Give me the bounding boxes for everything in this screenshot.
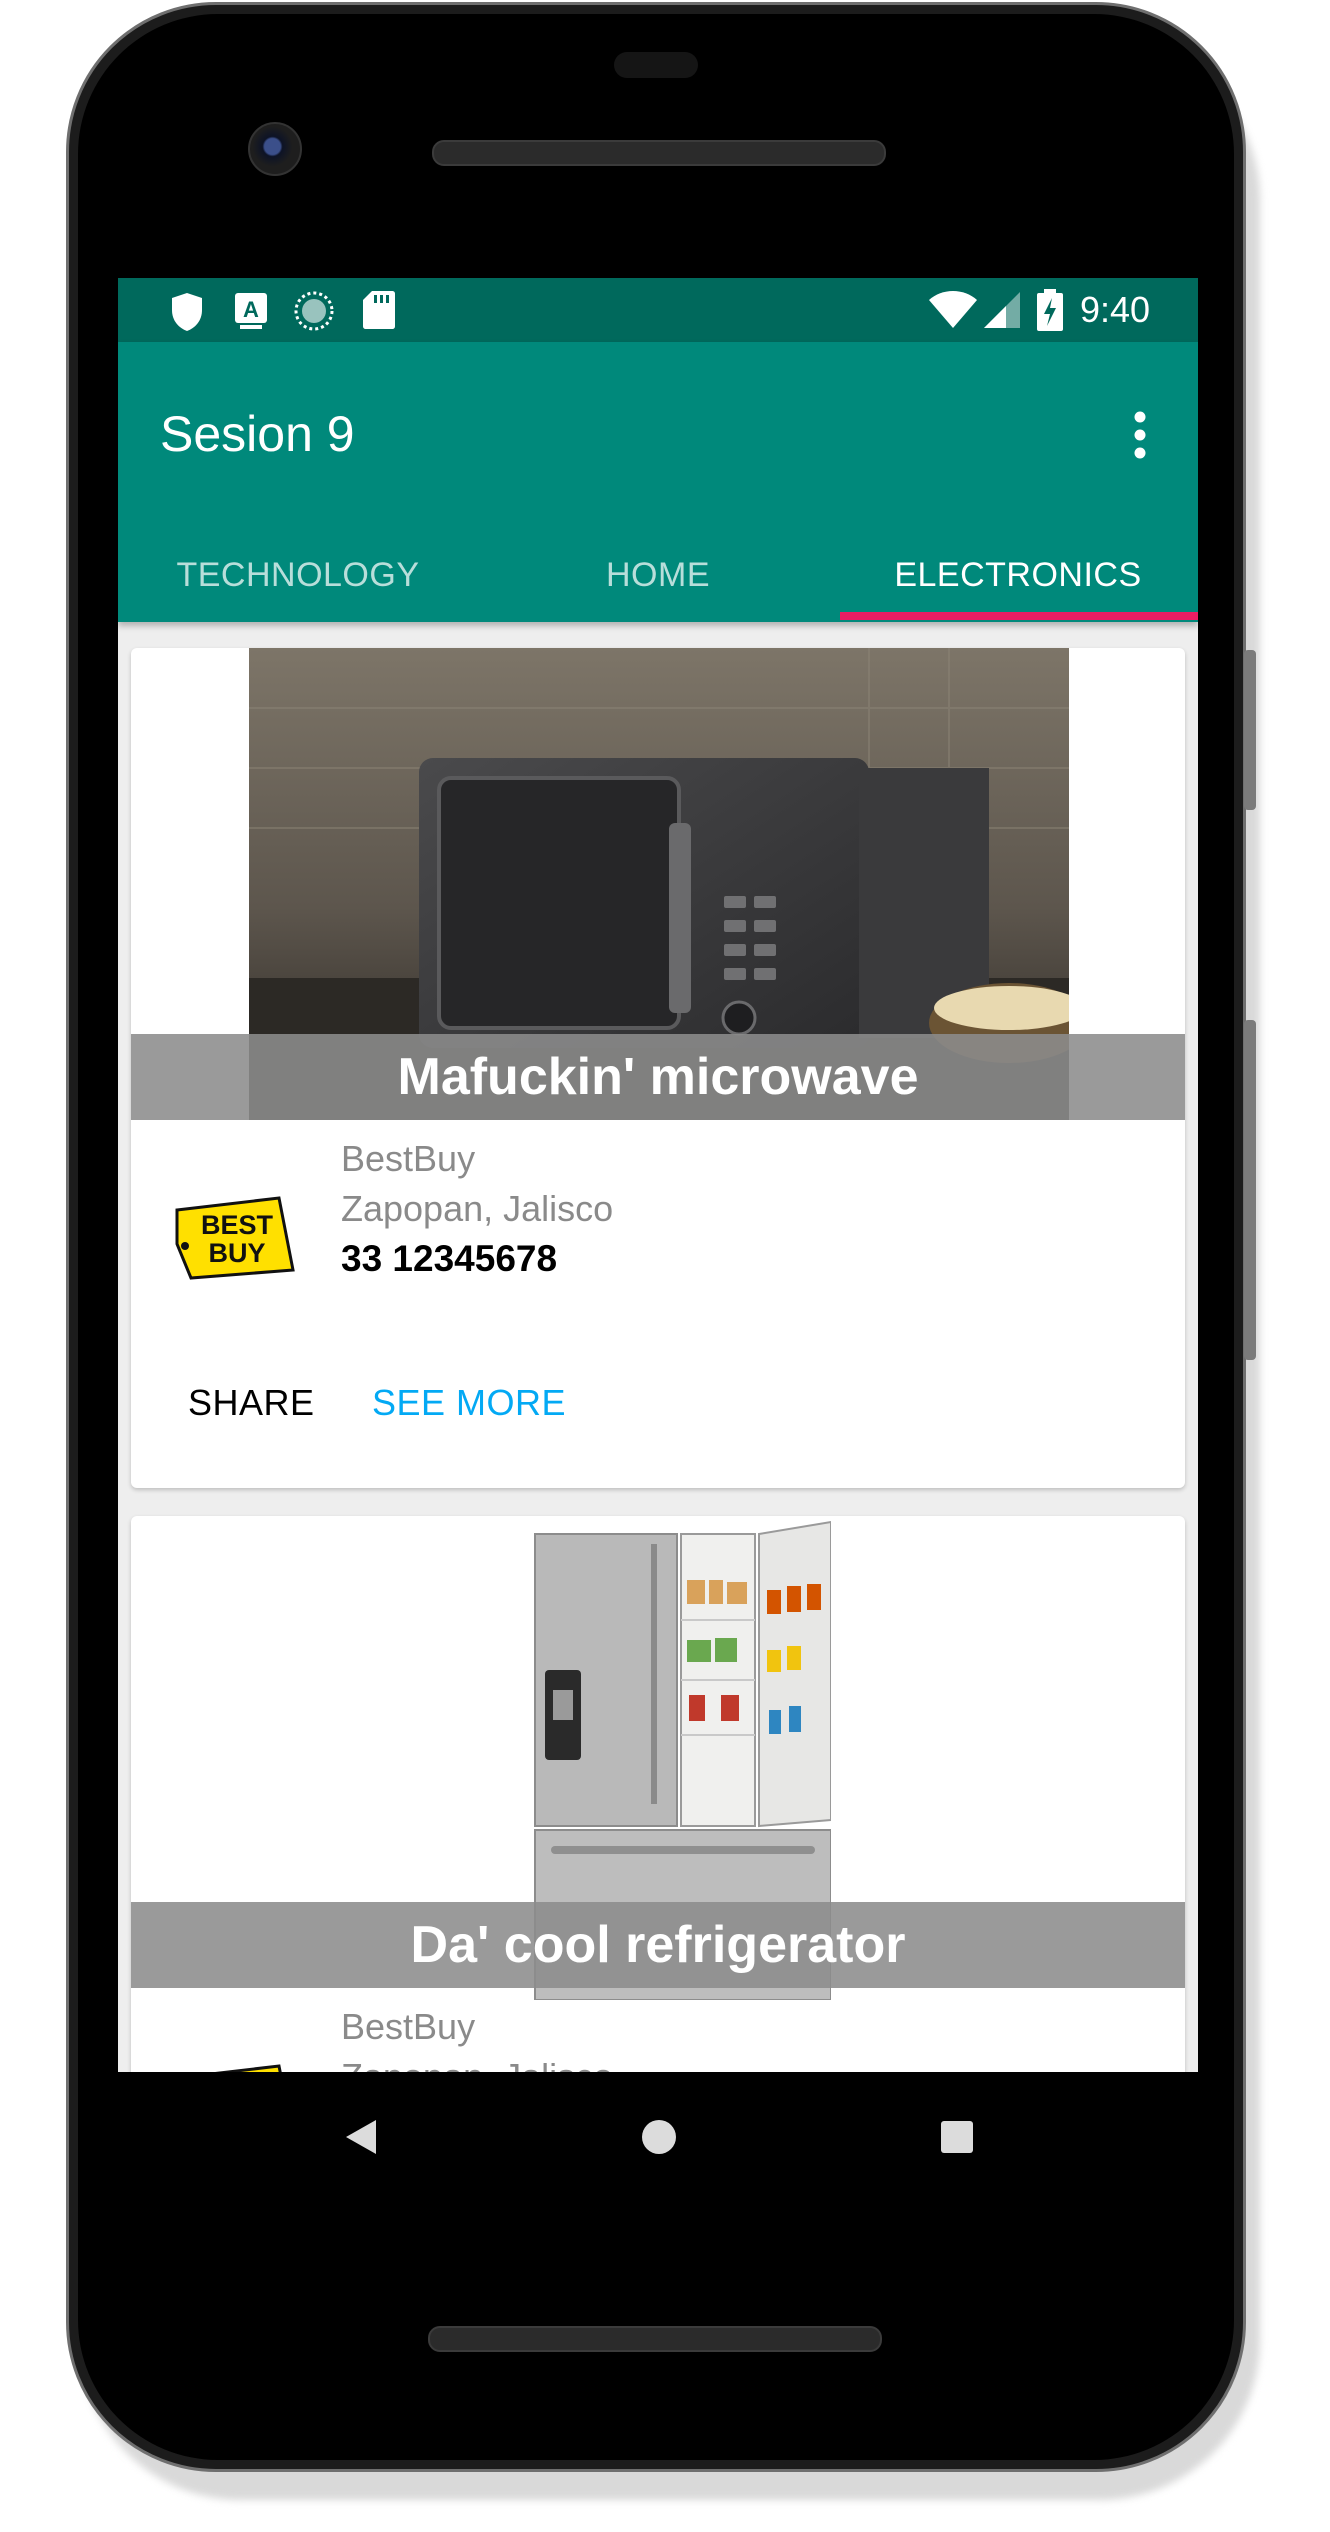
more-vert-icon[interactable] xyxy=(1130,410,1150,460)
card-title: Da' cool refrigerator xyxy=(131,1902,1185,1988)
store-phone: 33 12345678 xyxy=(341,1238,558,1279)
store-name: BestBuy xyxy=(341,2006,476,2047)
product-card[interactable]: Da' cool refrigerator BestBuy Zapopan, J… xyxy=(131,1516,1185,2072)
sd-card-icon xyxy=(363,291,395,329)
earpiece-speaker xyxy=(432,140,886,166)
volume-button xyxy=(1244,1020,1256,1360)
status-bar: A 9:40 xyxy=(118,278,1198,342)
store-location: Zapopan, Jalisco xyxy=(341,2056,613,2072)
status-time: 9:40 xyxy=(1080,289,1151,330)
signal-icon xyxy=(984,292,1020,328)
tab-home[interactable]: HOME xyxy=(478,528,838,622)
tab-electronics[interactable]: ELECTRONICS xyxy=(838,528,1198,622)
battery-charging-icon xyxy=(1037,289,1063,331)
shield-icon xyxy=(172,293,202,331)
bestbuy-logo: BEST BUY xyxy=(175,1196,295,1280)
svg-text:A: A xyxy=(243,297,259,322)
front-camera xyxy=(248,122,302,176)
store-location: Zapopan, Jalisco xyxy=(341,1188,614,1229)
proximity-sensor xyxy=(614,52,698,78)
wifi-icon xyxy=(929,291,977,328)
svg-text:BUY: BUY xyxy=(208,1238,265,1268)
svg-text:BEST: BEST xyxy=(201,1210,274,1240)
sync-dots-icon xyxy=(294,291,334,331)
tab-technology[interactable]: TECHNOLOGY xyxy=(118,528,478,622)
power-button xyxy=(1244,650,1256,810)
product-card[interactable]: Mafuckin' microwave BEST BUY BestBuy Zap… xyxy=(131,648,1185,1488)
tab-indicator xyxy=(840,612,1198,620)
recents-square-icon[interactable] xyxy=(940,2120,974,2154)
store-name: BestBuy xyxy=(341,1138,476,1179)
bottom-speaker xyxy=(428,2326,882,2352)
see-more-button[interactable]: SEE MORE xyxy=(372,1382,566,1424)
device-screen: A 9:40 Sesion 9 TECHNOLOGY HOME ELECTRON… xyxy=(118,278,1198,2072)
bestbuy-logo xyxy=(215,2064,282,2072)
share-button[interactable]: SHARE xyxy=(188,1382,315,1424)
a-letter-icon: A xyxy=(235,293,267,329)
back-triangle-icon[interactable] xyxy=(344,2118,378,2156)
app-title: Sesion 9 xyxy=(160,406,355,462)
card-title: Mafuckin' microwave xyxy=(131,1034,1185,1120)
home-circle-icon[interactable] xyxy=(640,2118,678,2156)
app-bar: Sesion 9 TECHNOLOGY HOME ELECTRONICS xyxy=(118,342,1198,622)
